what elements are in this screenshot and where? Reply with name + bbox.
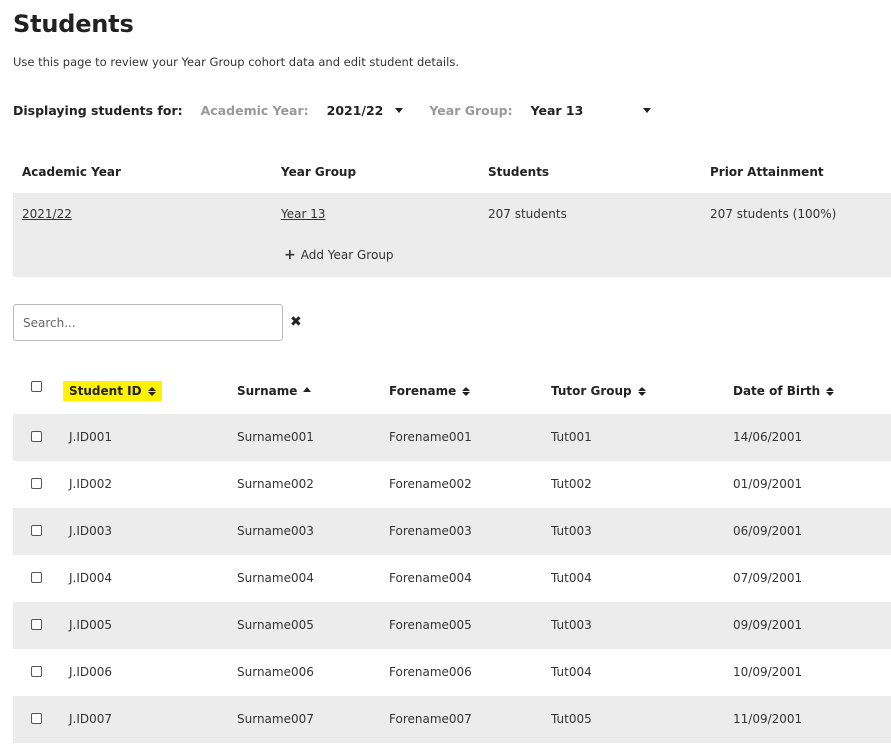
sort-icon [462, 386, 471, 396]
surname-cell: Surname001 [237, 430, 314, 444]
cohort-row: 2021/22 Year 13 207 students 207 student… [13, 193, 891, 277]
surname-cell: Surname004 [237, 571, 314, 585]
table-row[interactable]: J.ID001 Surname001 Forename001 Tut001 14… [13, 414, 891, 461]
search-input[interactable] [13, 304, 283, 341]
tutor-group-cell: Tut003 [551, 524, 592, 538]
column-header-surname[interactable]: Surname [237, 384, 312, 398]
tutor-group-cell: Tut003 [551, 618, 592, 632]
table-row[interactable]: J.ID002 Surname002 Forename002 Tut002 01… [13, 461, 891, 508]
tutor-group-cell: Tut005 [551, 712, 592, 726]
student-id-cell: J.ID006 [69, 665, 113, 679]
students-table-header: Student ID Surname Forename Tutor Group … [13, 372, 891, 412]
add-year-group-label: Add Year Group [300, 248, 394, 262]
cohort-student-count: 207 students [488, 207, 567, 221]
cohort-year-group-link[interactable]: Year 13 [281, 207, 326, 221]
cohort-academic-year-link[interactable]: 2021/22 [22, 207, 72, 221]
row-checkbox[interactable] [31, 572, 42, 583]
student-id-cell: J.ID004 [69, 571, 113, 585]
forename-cell: Forename002 [389, 477, 472, 491]
date-of-birth-cell: 01/09/2001 [733, 477, 803, 491]
cohort-header-academic-year: Academic Year [22, 165, 121, 179]
sort-icon [147, 386, 156, 396]
tutor-group-cell: Tut004 [551, 665, 592, 679]
column-header-date-of-birth[interactable]: Date of Birth [733, 384, 835, 398]
date-of-birth-cell: 06/09/2001 [733, 524, 803, 538]
cohort-header-students: Students [488, 165, 550, 179]
surname-cell: Surname005 [237, 618, 314, 632]
date-of-birth-cell: 07/09/2001 [733, 571, 803, 585]
cohort-prior-attainment: 207 students (100%) [710, 207, 837, 221]
table-row[interactable]: J.ID003 Surname003 Forename003 Tut003 06… [13, 508, 891, 555]
academic-year-value: 2021/22 [326, 102, 384, 118]
table-row[interactable]: J.ID006 Surname006 Forename006 Tut004 10… [13, 649, 891, 696]
row-checkbox[interactable] [31, 666, 42, 677]
table-row[interactable]: J.ID004 Surname004 Forename004 Tut004 07… [13, 555, 891, 602]
tutor-group-cell: Tut001 [551, 430, 592, 444]
page-subtitle: Use this page to review your Year Group … [13, 55, 459, 69]
student-id-cell: J.ID002 [69, 477, 113, 491]
forename-cell: Forename003 [389, 524, 472, 538]
academic-year-label: Academic Year: [200, 102, 309, 118]
row-checkbox[interactable] [31, 431, 42, 442]
year-group-value: Year 13 [530, 102, 584, 118]
sort-icon [637, 386, 646, 396]
filter-bar: Displaying students for: Academic Year: … [13, 101, 652, 119]
filter-lead-label: Displaying students for: [13, 102, 183, 118]
row-checkbox[interactable] [31, 713, 42, 724]
student-id-cell: J.ID005 [69, 618, 113, 632]
date-of-birth-cell: 10/09/2001 [733, 665, 803, 679]
sort-ascending-icon [303, 386, 312, 392]
tutor-group-cell: Tut004 [551, 571, 592, 585]
academic-year-select[interactable]: 2021/22 [327, 103, 404, 118]
plus-icon: + [284, 247, 296, 263]
cohort-table-header: Academic Year Year Group Students Prior … [13, 158, 891, 186]
year-group-select[interactable]: Year 13 [531, 103, 652, 118]
sort-icon [826, 386, 835, 396]
close-icon[interactable]: ✖ [290, 314, 304, 330]
page-title: Students [13, 10, 134, 38]
date-of-birth-cell: 11/09/2001 [733, 712, 803, 726]
forename-cell: Forename001 [389, 430, 472, 444]
cohort-header-year-group: Year Group [281, 165, 357, 179]
student-id-cell: J.ID007 [69, 712, 113, 726]
surname-cell: Surname003 [237, 524, 314, 538]
student-id-cell: J.ID001 [69, 430, 113, 444]
column-header-student-id[interactable]: Student ID [63, 381, 162, 401]
column-header-tutor-group[interactable]: Tutor Group [551, 384, 646, 398]
date-of-birth-cell: 14/06/2001 [733, 430, 803, 444]
caret-down-icon [643, 107, 652, 113]
select-all-checkbox[interactable] [31, 381, 42, 392]
cohort-header-prior-attainment: Prior Attainment [710, 165, 824, 179]
column-header-forename[interactable]: Forename [389, 384, 471, 398]
forename-cell: Forename007 [389, 712, 472, 726]
row-checkbox[interactable] [31, 478, 42, 489]
caret-down-icon [395, 107, 404, 113]
add-year-group-button[interactable]: + Add Year Group [284, 248, 394, 262]
table-row[interactable]: J.ID005 Surname005 Forename005 Tut003 09… [13, 602, 891, 649]
year-group-label: Year Group: [429, 102, 513, 118]
table-row[interactable]: J.ID007 Surname007 Forename007 Tut005 11… [13, 696, 891, 743]
surname-cell: Surname007 [237, 712, 314, 726]
surname-cell: Surname002 [237, 477, 314, 491]
student-id-cell: J.ID003 [69, 524, 113, 538]
date-of-birth-cell: 09/09/2001 [733, 618, 803, 632]
row-checkbox[interactable] [31, 525, 42, 536]
forename-cell: Forename005 [389, 618, 472, 632]
forename-cell: Forename004 [389, 571, 472, 585]
forename-cell: Forename006 [389, 665, 472, 679]
row-checkbox[interactable] [31, 619, 42, 630]
students-table-body: J.ID001 Surname001 Forename001 Tut001 14… [13, 414, 891, 743]
surname-cell: Surname006 [237, 665, 314, 679]
tutor-group-cell: Tut002 [551, 477, 592, 491]
